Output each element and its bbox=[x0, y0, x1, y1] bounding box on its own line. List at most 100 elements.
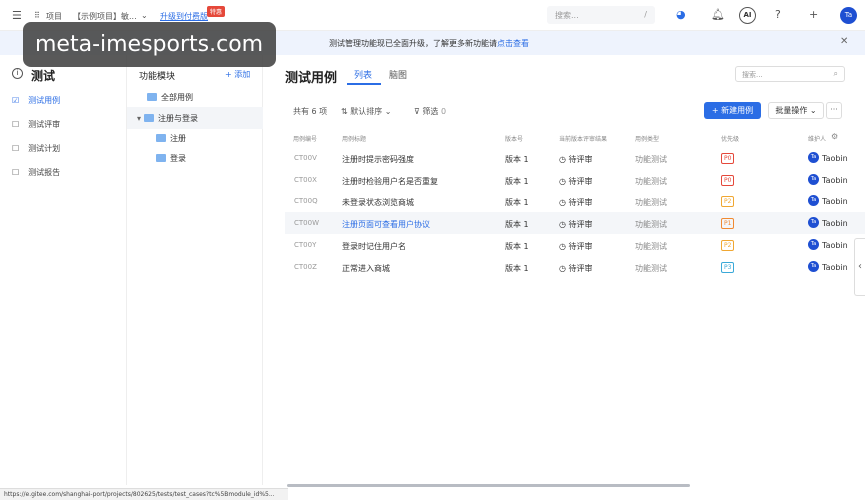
priority-badge: P3 bbox=[721, 262, 735, 273]
avatar: Ta bbox=[808, 217, 819, 228]
folder-icon bbox=[147, 93, 157, 101]
case-title[interactable]: 注册页面可查看用户协议 bbox=[342, 219, 430, 230]
review-status: ◷ 待评审 bbox=[559, 241, 593, 252]
watermark-overlay: meta-imesports.com bbox=[23, 22, 276, 67]
case-owner: Taobin bbox=[822, 219, 848, 228]
caret-down-icon[interactable]: ▾ bbox=[137, 114, 141, 123]
avatar: Ta bbox=[808, 174, 819, 185]
search-placeholder: 搜索... bbox=[555, 11, 579, 20]
case-version: 版本 1 bbox=[505, 220, 529, 229]
upgrade-link[interactable]: 升级到付费版 bbox=[160, 11, 208, 22]
folder-icon bbox=[144, 114, 155, 122]
avatar: Ta bbox=[808, 239, 819, 250]
sidebar-title: 测试 bbox=[31, 69, 56, 83]
tree-node-register-login[interactable]: ▾ 注册与登录 bbox=[137, 113, 198, 124]
clock-icon: ◷ bbox=[559, 220, 569, 229]
clock-icon: ◷ bbox=[559, 198, 569, 207]
avatar[interactable]: Ta bbox=[840, 7, 857, 24]
case-id: CT00W bbox=[294, 219, 319, 227]
tree-node-label: 全部用例 bbox=[161, 93, 193, 102]
sidebar-item-test-report[interactable]: ☐ 测试报告 bbox=[12, 167, 60, 178]
case-type: 功能测试 bbox=[635, 264, 667, 273]
column-header-id[interactable]: 用例编号 bbox=[293, 134, 317, 143]
case-type: 功能测试 bbox=[635, 242, 667, 251]
table-row[interactable]: CT00W 注册页面可查看用户协议 版本 1 ◷ 待评审 功能测试 P1 Ta … bbox=[285, 212, 865, 234]
case-type: 功能测试 bbox=[635, 177, 667, 186]
module-tree-title: 功能模块 bbox=[139, 72, 176, 82]
case-title[interactable]: 登录时记住用户名 bbox=[342, 241, 406, 252]
offer-badge: 特惠 bbox=[207, 6, 226, 17]
help-icon[interactable]: ? bbox=[775, 8, 781, 21]
notice-message: 测试管理功能现已全面升级，了解更多新功能请点击查看 bbox=[329, 38, 529, 49]
more-button[interactable]: ··· bbox=[826, 102, 842, 119]
bell-icon[interactable]: 🔔︎ bbox=[711, 8, 725, 21]
collapse-panel-handle[interactable]: ‹ bbox=[854, 238, 865, 296]
tab-list[interactable]: 列表 bbox=[354, 68, 372, 81]
sidebar-item-test-plan[interactable]: ☐ 测试计划 bbox=[12, 143, 60, 154]
column-header-title[interactable]: 用例标题 bbox=[342, 134, 366, 143]
table-row[interactable]: CT00V 注册时提示密码强度 版本 1 ◷ 待评审 功能测试 P0 Ta Ta… bbox=[285, 147, 865, 169]
case-id: CT00V bbox=[294, 154, 317, 162]
case-type: 功能测试 bbox=[635, 198, 667, 207]
sort-dropdown[interactable]: ⇅ 默认排序 ⌄ bbox=[341, 106, 392, 117]
priority-badge: P2 bbox=[721, 240, 735, 251]
case-title[interactable]: 正常进入商城 bbox=[342, 263, 390, 274]
app-icon[interactable]: ◕ bbox=[676, 8, 686, 21]
clock-icon: ◷ bbox=[559, 264, 569, 273]
review-label: 待评审 bbox=[568, 242, 593, 251]
review-status: ◷ 待评审 bbox=[559, 197, 593, 208]
global-search-input[interactable]: 搜索... / bbox=[547, 6, 655, 24]
tree-node-login[interactable]: 登录 bbox=[156, 153, 186, 164]
column-header-owner[interactable]: 维护人 bbox=[808, 134, 826, 143]
column-settings-icon[interactable]: ⚙ bbox=[831, 132, 838, 141]
tab-mindmap[interactable]: 脑图 bbox=[389, 68, 407, 81]
filter-button[interactable]: ⊽ 筛选 0 bbox=[414, 106, 446, 117]
project-crumb[interactable]: 项目 bbox=[46, 11, 62, 22]
notice-link[interactable]: 点击查看 bbox=[497, 39, 529, 48]
sidebar-item-test-cases[interactable]: ☑ 测试用例 bbox=[12, 95, 60, 106]
column-header-version[interactable]: 版本号 bbox=[505, 134, 523, 143]
review-status: ◷ 待评审 bbox=[559, 263, 593, 274]
column-header-review[interactable]: 当前版本评审结果 bbox=[559, 134, 607, 143]
case-owner: Taobin bbox=[822, 176, 848, 185]
module-tree: 功能模块 + 添加 全部用例 ▾ 注册与登录 注册 登录 bbox=[127, 55, 263, 485]
status-url: https://e.gitee.com/shanghai-port/projec… bbox=[0, 488, 288, 500]
tree-node-all[interactable]: 全部用例 bbox=[147, 92, 193, 103]
table-row[interactable]: CT00Q 未登录状态浏览商城 版本 1 ◷ 待评审 功能测试 P2 Ta Ta… bbox=[285, 190, 865, 212]
case-search-input[interactable]: 搜索... ⌕ bbox=[735, 66, 845, 82]
table-row[interactable]: CT00X 注册时检验用户名是否重复 版本 1 ◷ 待评审 功能测试 P0 Ta… bbox=[285, 169, 865, 191]
sidebar-item-label: 测试计划 bbox=[28, 144, 61, 153]
new-case-button[interactable]: + 新建用例 bbox=[704, 102, 761, 119]
tree-node-register[interactable]: 注册 bbox=[156, 133, 186, 144]
sidebar-item-label: 测试报告 bbox=[28, 168, 61, 177]
review-label: 待评审 bbox=[568, 155, 593, 164]
info-icon: i bbox=[12, 68, 23, 79]
table-row[interactable]: CT00Y 登录时记住用户名 版本 1 ◷ 待评审 功能测试 P2 Ta Tao… bbox=[285, 234, 865, 256]
case-title[interactable]: 注册时检验用户名是否重复 bbox=[342, 176, 438, 187]
add-module-button[interactable]: + 添加 bbox=[225, 69, 250, 80]
plan-icon: ☐ bbox=[12, 144, 20, 153]
search-placeholder: 搜索... bbox=[742, 71, 763, 79]
menu-icon[interactable]: ☰ bbox=[12, 9, 22, 22]
column-header-type[interactable]: 用例类型 bbox=[635, 134, 659, 143]
case-id: CT00X bbox=[294, 176, 317, 184]
case-title[interactable]: 未登录状态浏览商城 bbox=[342, 197, 414, 208]
chevron-down-icon[interactable]: ⌄ bbox=[141, 11, 148, 20]
sidebar-item-test-review[interactable]: ☐ 测试评审 bbox=[12, 119, 60, 130]
grid-icon: ⠿ bbox=[34, 11, 40, 20]
case-version: 版本 1 bbox=[505, 242, 529, 251]
case-title[interactable]: 注册时提示密码强度 bbox=[342, 154, 414, 165]
table-row[interactable]: CT00Z 正常进入商城 版本 1 ◷ 待评审 功能测试 P3 Ta Taobi… bbox=[285, 256, 865, 278]
project-name-crumb[interactable]: 【示例项目】敏... bbox=[73, 11, 137, 22]
horizontal-scrollbar[interactable] bbox=[287, 484, 690, 487]
column-header-priority[interactable]: 优先级 bbox=[721, 134, 739, 143]
folder-icon bbox=[156, 134, 166, 142]
ai-button[interactable]: AI bbox=[739, 7, 756, 24]
sort-icon: ⇅ bbox=[341, 107, 351, 116]
main-content: 测试用例 列表 脑图 搜索... ⌕ 共有 6 项 ⇅ 默认排序 ⌄ ⊽ 筛选 … bbox=[263, 55, 865, 485]
avatar: Ta bbox=[808, 261, 819, 272]
review-label: 待评审 bbox=[568, 198, 593, 207]
plus-icon[interactable]: + bbox=[809, 8, 818, 21]
batch-actions-button[interactable]: 批量操作 ⌄ bbox=[768, 102, 824, 119]
close-icon[interactable]: ✕ bbox=[840, 36, 848, 47]
